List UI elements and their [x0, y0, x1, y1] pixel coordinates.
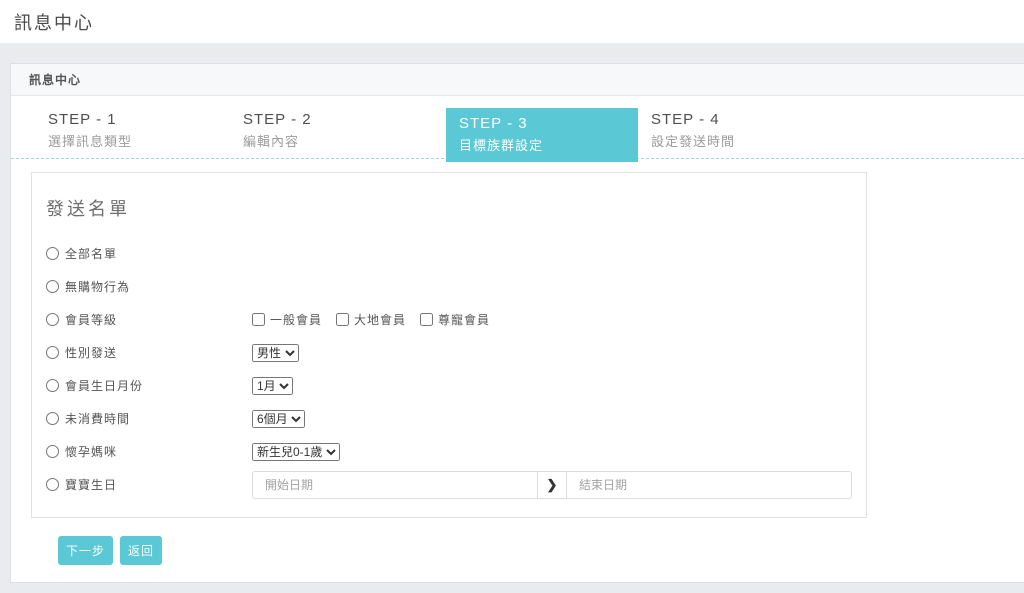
step-wizard: STEP - 1 選擇訊息類型 STEP - 2 編輯內容 STEP - 3 目…	[11, 96, 1024, 159]
step-label: 選擇訊息類型	[48, 131, 132, 150]
radio-no-spend-time[interactable]	[46, 412, 59, 425]
radio-option-birth-month[interactable]: 會員生日月份	[46, 377, 252, 394]
form-row-birth-month: 會員生日月份 1月	[46, 369, 852, 402]
chevron-right-icon: ❯	[547, 477, 558, 493]
form-row-pregnant-mom: 懷孕媽咪 新生兒0-1歲	[46, 435, 852, 468]
checkbox-option-dadi-member[interactable]: 大地會員	[336, 311, 406, 328]
radio-pregnant-mom[interactable]	[46, 445, 59, 458]
gender-select[interactable]: 男性	[252, 344, 299, 362]
checkbox-label: 尊寵會員	[438, 311, 490, 328]
panel-header-title: 訊息中心	[11, 64, 1024, 96]
radio-option-member-level[interactable]: 會員等級	[46, 311, 252, 328]
date-range-arrow-button[interactable]: ❯	[537, 472, 567, 498]
radio-label: 懷孕媽咪	[65, 443, 117, 460]
pregnancy-stage-select[interactable]: 新生兒0-1歲	[252, 443, 340, 461]
next-step-button[interactable]: 下一步	[58, 536, 113, 565]
step-item-4: STEP - 4 設定發送時間	[651, 111, 735, 150]
form-row-no-purchase: 無購物行為	[46, 270, 852, 303]
form-row-member-level: 會員等級 一般會員 大地會員 尊寵會員	[46, 303, 852, 336]
step-number: STEP - 3	[459, 115, 625, 132]
top-header: 訊息中心	[0, 0, 1024, 44]
radio-option-baby-birthday[interactable]: 寶寶生日	[46, 476, 252, 493]
checkbox-general-member[interactable]	[252, 313, 265, 326]
radio-option-all-list[interactable]: 全部名單	[46, 245, 252, 262]
step-label: 編輯內容	[243, 131, 312, 150]
radio-label: 性別發送	[65, 344, 117, 361]
radio-label: 無購物行為	[65, 278, 130, 295]
form-row-no-spend-time: 未消費時間 6個月	[46, 402, 852, 435]
send-list-heading: 發送名單	[46, 195, 852, 221]
step-item-2: STEP - 2 編輯內容	[243, 111, 312, 150]
radio-label: 會員等級	[65, 311, 117, 328]
checkbox-vip-member[interactable]	[420, 313, 433, 326]
step-item-3-active: STEP - 3 目標族群設定	[446, 108, 638, 162]
radio-option-pregnant-mom[interactable]: 懷孕媽咪	[46, 443, 252, 460]
step-item-1: STEP - 1 選擇訊息類型	[48, 111, 132, 150]
step-label: 設定發送時間	[651, 131, 735, 150]
radio-label: 會員生日月份	[65, 377, 143, 394]
checkbox-label: 大地會員	[354, 311, 406, 328]
form-row-gender: 性別發送 男性	[46, 336, 852, 369]
checkbox-option-vip-member[interactable]: 尊寵會員	[420, 311, 490, 328]
form-row-baby-birthday: 寶寶生日 ❯	[46, 468, 852, 501]
checkbox-option-general-member[interactable]: 一般會員	[252, 311, 322, 328]
form-row-all-list: 全部名單	[46, 237, 852, 270]
member-level-checkbox-group: 一般會員 大地會員 尊寵會員	[252, 311, 490, 328]
start-date-input[interactable]	[253, 472, 537, 498]
radio-no-purchase[interactable]	[46, 280, 59, 293]
no-spend-time-select[interactable]: 6個月	[252, 410, 305, 428]
baby-birthday-date-range: ❯	[252, 471, 852, 499]
message-center-panel: 訊息中心 STEP - 1 選擇訊息類型 STEP - 2 編輯內容 STEP …	[10, 63, 1024, 583]
radio-baby-birthday[interactable]	[46, 478, 59, 491]
end-date-input[interactable]	[567, 472, 851, 498]
step-number: STEP - 1	[48, 111, 132, 128]
radio-label: 未消費時間	[65, 410, 130, 427]
radio-option-no-spend-time[interactable]: 未消費時間	[46, 410, 252, 427]
checkbox-dadi-member[interactable]	[336, 313, 349, 326]
radio-gender[interactable]	[46, 346, 59, 359]
step-number: STEP - 4	[651, 111, 735, 128]
send-list-form-card: 發送名單 全部名單 無購物行為 會員等級 一般會員	[31, 172, 867, 518]
radio-label: 全部名單	[65, 245, 117, 262]
radio-all-list[interactable]	[46, 247, 59, 260]
radio-option-gender[interactable]: 性別發送	[46, 344, 252, 361]
step-number: STEP - 2	[243, 111, 312, 128]
radio-option-no-purchase[interactable]: 無購物行為	[46, 278, 252, 295]
radio-birth-month[interactable]	[46, 379, 59, 392]
birth-month-select[interactable]: 1月	[252, 377, 293, 395]
action-button-row: 下一步 返回	[58, 536, 1024, 565]
radio-member-level[interactable]	[46, 313, 59, 326]
back-button[interactable]: 返回	[120, 536, 162, 565]
radio-label: 寶寶生日	[65, 476, 117, 493]
checkbox-label: 一般會員	[270, 311, 322, 328]
page-title: 訊息中心	[14, 9, 94, 35]
step-label: 目標族群設定	[459, 135, 625, 154]
